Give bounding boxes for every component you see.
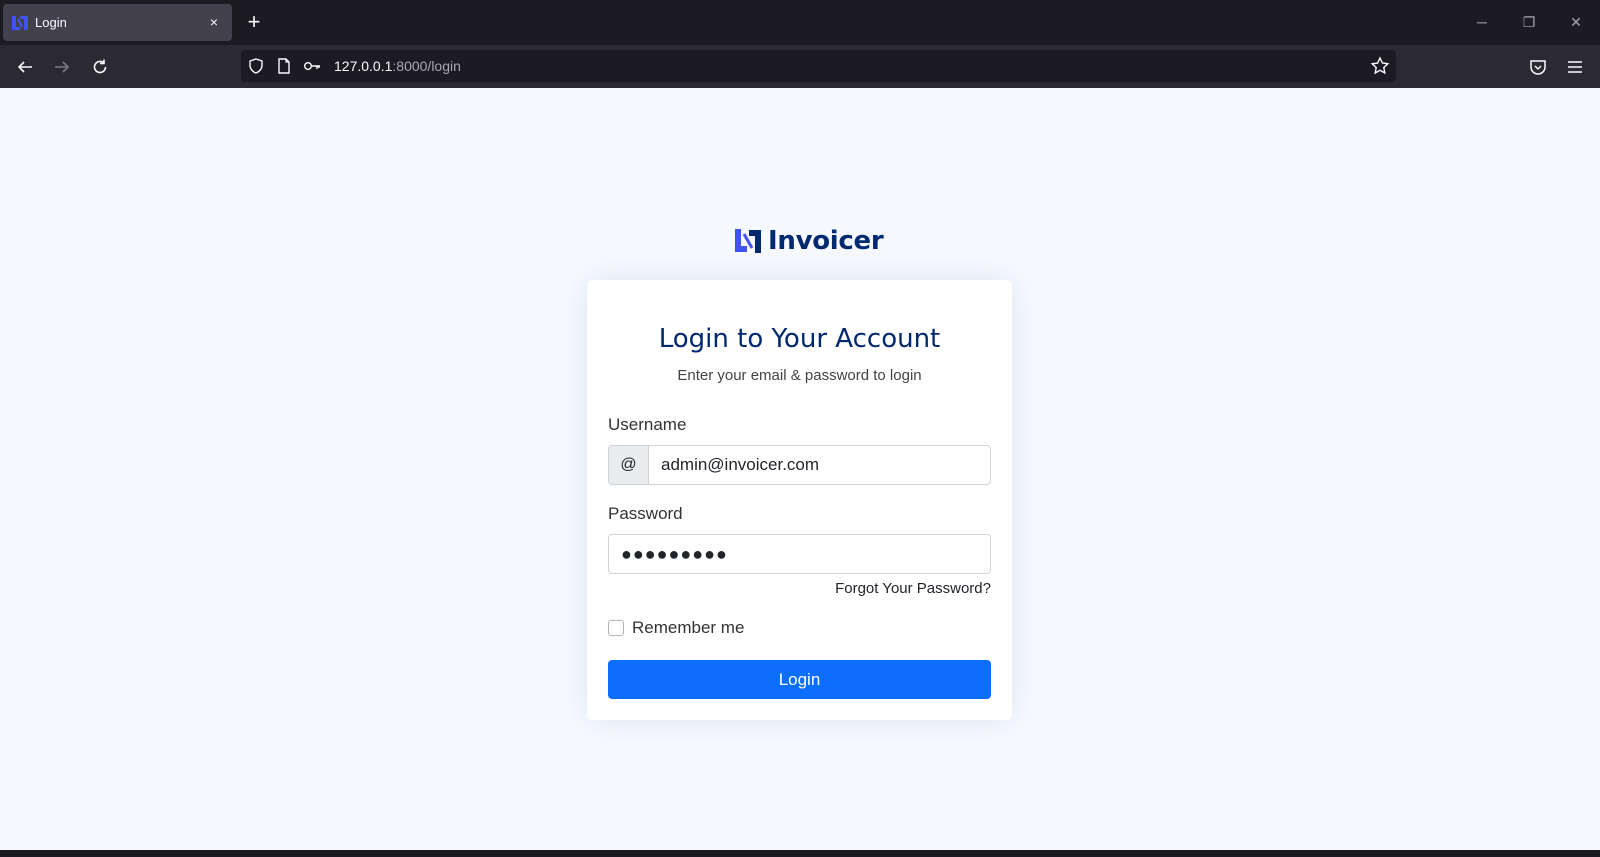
username-field[interactable]: admin@invoicer.com — [649, 445, 991, 485]
username-label: Username — [608, 415, 687, 434]
at-sign-prefix: @ — [608, 445, 649, 485]
page-title: Login to Your Account — [658, 324, 941, 354]
pocket-icon — [1530, 60, 1546, 75]
login-button[interactable]: Login — [608, 660, 991, 699]
arrow-left-icon — [17, 61, 32, 73]
bookmark-star-icon[interactable] — [1370, 56, 1390, 76]
tab-title: Login — [35, 15, 67, 30]
remember-me[interactable]: Remember me — [608, 618, 744, 638]
url-host: 127.0.0.1 — [334, 58, 393, 74]
url-bar[interactable]: 127.0.0.1:8000/login — [241, 50, 1396, 82]
url-text[interactable]: 127.0.0.1:8000/login — [334, 58, 461, 74]
browser-nav-bar: 127.0.0.1:8000/login — [0, 45, 1600, 88]
page-icon[interactable] — [275, 57, 293, 75]
restore-button[interactable]: ❐ — [1517, 12, 1541, 32]
pocket-button[interactable] — [1524, 53, 1552, 81]
arrow-right-icon — [55, 61, 70, 73]
brand-logo[interactable]: Invoicer — [734, 226, 884, 256]
password-field[interactable]: ●●●●●●●●● — [608, 534, 991, 574]
reload-button[interactable] — [86, 53, 114, 81]
login-card: Login to Your Account Enter your email &… — [587, 280, 1012, 720]
key-icon[interactable] — [303, 57, 321, 75]
remember-me-checkbox[interactable] — [608, 620, 624, 636]
remember-me-label[interactable]: Remember me — [632, 618, 744, 638]
minimize-button[interactable]: ─ — [1470, 12, 1494, 32]
brand-name: Invoicer — [768, 226, 884, 256]
hamburger-menu-icon — [1568, 61, 1582, 73]
username-input-group: @ admin@invoicer.com — [608, 445, 991, 485]
tab-close-icon[interactable]: × — [204, 12, 224, 32]
browser-tab[interactable]: Login × — [3, 4, 232, 41]
shield-icon[interactable] — [247, 57, 265, 75]
page-subtitle: Enter your email & password to login — [677, 367, 922, 384]
browser-tab-bar: Login × + ─ ❐ ✕ — [0, 0, 1600, 45]
reload-icon — [93, 59, 107, 74]
invoicer-favicon-icon — [12, 16, 28, 30]
url-path: :8000/login — [392, 58, 461, 74]
menu-button[interactable] — [1561, 53, 1589, 81]
bottom-bar — [0, 850, 1600, 857]
close-window-button[interactable]: ✕ — [1564, 12, 1588, 32]
forgot-password-link[interactable]: Forgot Your Password? — [835, 580, 991, 597]
back-button[interactable] — [11, 53, 39, 81]
forward-button[interactable] — [48, 53, 76, 81]
new-tab-button[interactable]: + — [242, 11, 266, 35]
password-label: Password — [608, 504, 683, 523]
invoicer-logo-icon — [735, 229, 761, 253]
